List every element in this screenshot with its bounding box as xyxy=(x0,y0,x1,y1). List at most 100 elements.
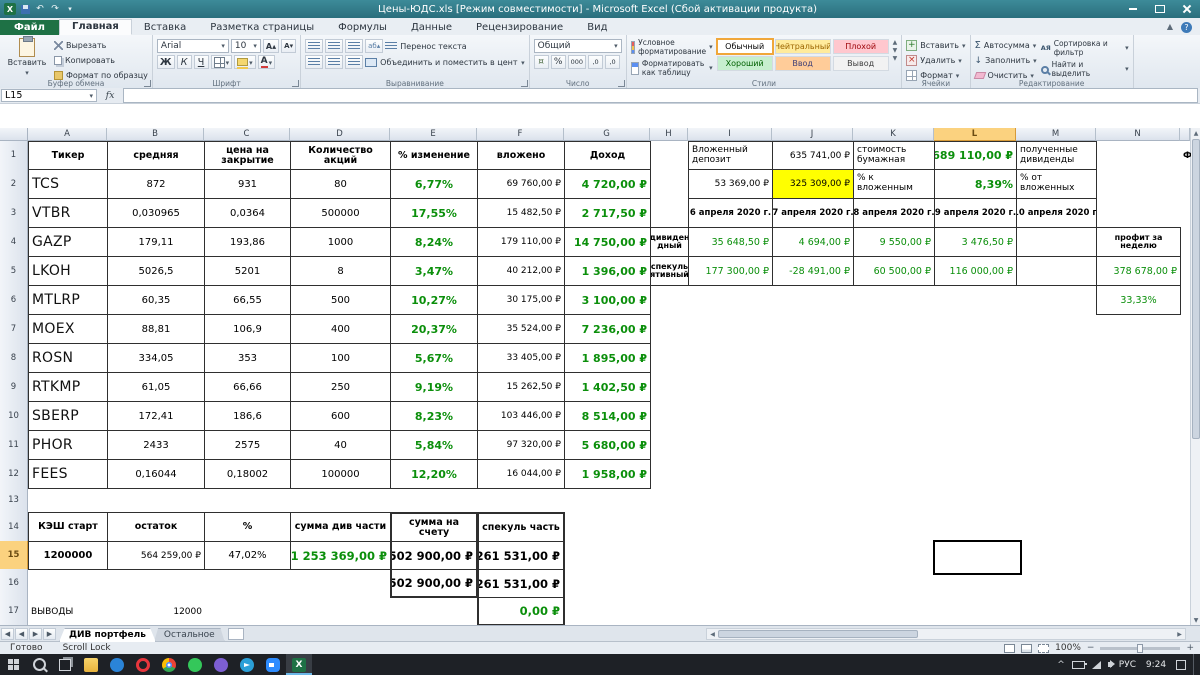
taskbar-item-whatsapp[interactable] xyxy=(182,654,208,675)
column-header-partial[interactable] xyxy=(1180,128,1190,141)
help-icon[interactable] xyxy=(1181,22,1192,33)
name-box[interactable]: L15 xyxy=(1,89,97,102)
cell-B17[interactable]: 12000 xyxy=(107,597,205,625)
clipboard-dialog-launcher[interactable] xyxy=(143,80,151,87)
cell-K5[interactable]: 60 500,00 ₽ xyxy=(853,256,935,286)
last-sheet-button[interactable]: ▶ xyxy=(43,628,56,640)
cell-style-chip-3[interactable]: Хороший xyxy=(716,56,773,71)
cell-J4[interactable]: 4 694,00 ₽ xyxy=(772,227,854,257)
font-size-select[interactable]: 10 xyxy=(230,39,261,53)
cell-C8[interactable]: 353 xyxy=(204,343,291,373)
cell-M5[interactable] xyxy=(1016,256,1097,286)
cell-B4[interactable]: 179,11 xyxy=(107,227,205,257)
cell-D10[interactable]: 600 xyxy=(290,401,391,431)
network-icon[interactable] xyxy=(1091,660,1101,669)
column-header-H[interactable]: H xyxy=(650,128,688,141)
cell-M2[interactable]: % от вложенных xyxy=(1016,169,1097,199)
start-button[interactable] xyxy=(0,654,26,675)
cell-E12[interactable]: 12,20% xyxy=(390,459,478,489)
row-header-2[interactable]: 2 xyxy=(0,169,28,199)
decrease-font-button[interactable] xyxy=(281,39,297,53)
cell-J3[interactable]: 7 апреля 2020 г. xyxy=(772,198,854,228)
select-all-corner[interactable] xyxy=(0,128,28,141)
cell-C7[interactable]: 106,9 xyxy=(204,314,291,344)
cell-C3[interactable]: 0,0364 xyxy=(204,198,291,228)
zoom-level[interactable]: 100% xyxy=(1055,643,1081,653)
page-layout-view-button[interactable] xyxy=(1021,643,1033,653)
cell-D11[interactable]: 40 xyxy=(290,430,391,460)
insert-sheet-button[interactable] xyxy=(227,628,244,640)
taskbar-item-chrome[interactable] xyxy=(156,654,182,675)
ribbon-tab-5[interactable]: Данные xyxy=(399,21,464,35)
cell-G2[interactable]: 4 720,00 ₽ xyxy=(564,169,651,199)
cell-D5[interactable]: 8 xyxy=(290,256,391,286)
cell-D1[interactable]: Количество акций xyxy=(290,141,391,170)
cell-F10[interactable]: 103 446,00 ₽ xyxy=(477,401,565,431)
show-desktop-button[interactable] xyxy=(1193,654,1198,675)
horizontal-scrollbar[interactable]: ◀ ▶ xyxy=(706,628,1186,640)
gallery-more-icon[interactable]: ▼ xyxy=(893,55,898,62)
taskbar-item-telegram[interactable] xyxy=(234,654,260,675)
cell-B6[interactable]: 60,35 xyxy=(107,285,205,315)
cell-L4[interactable]: 3 476,50 ₽ xyxy=(934,227,1017,257)
cell-B3[interactable]: 0,030965 xyxy=(107,198,205,228)
column-header-B[interactable]: B xyxy=(107,128,204,141)
cell-F1[interactable]: вложено xyxy=(477,141,565,170)
font-dialog-launcher[interactable] xyxy=(292,80,300,87)
horizontal-scroll-thumb[interactable] xyxy=(718,630,918,638)
formula-input[interactable] xyxy=(123,88,1198,103)
cell-L2[interactable]: 8,39% xyxy=(934,169,1017,199)
column-header-L[interactable]: L xyxy=(934,128,1016,141)
sort-filter-button[interactable]: Сортировка и фильтр xyxy=(1041,39,1129,58)
cell-A5[interactable]: LKOH xyxy=(28,256,108,286)
alignment-dialog-launcher[interactable] xyxy=(520,80,528,87)
cell-F17[interactable]: 0,00 ₽ xyxy=(477,597,565,625)
fill-color-button[interactable] xyxy=(234,55,256,69)
cell-B11[interactable]: 2433 xyxy=(107,430,205,460)
cell-F11[interactable]: 97 320,00 ₽ xyxy=(477,430,565,460)
row-header-1[interactable]: 1 xyxy=(0,141,28,170)
cell-M3[interactable]: 10 апреля 2020 г. xyxy=(1016,198,1097,228)
align-center-button[interactable] xyxy=(325,55,344,69)
scroll-left-icon[interactable]: ◀ xyxy=(707,629,718,639)
row-header-17[interactable]: 17 xyxy=(0,597,28,625)
cell-E15[interactable]: 1 502 900,00 ₽ xyxy=(390,541,478,570)
notification-center-icon[interactable] xyxy=(1176,659,1186,670)
cell-M1[interactable]: полученные дивиденды xyxy=(1016,141,1097,170)
zoom-slider[interactable] xyxy=(1100,643,1181,653)
close-button[interactable] xyxy=(1173,0,1200,18)
cell-A11[interactable]: PHOR xyxy=(28,430,108,460)
number-format-select[interactable]: Общий xyxy=(533,39,622,53)
cell-style-chip-4[interactable]: Ввод xyxy=(774,56,831,71)
cell-I1[interactable]: Вложенный депозит xyxy=(688,141,773,170)
cell-C6[interactable]: 66,55 xyxy=(204,285,291,315)
underline-button[interactable]: Ч xyxy=(193,55,209,69)
row-header-12[interactable]: 12 xyxy=(0,459,28,489)
cell-K4[interactable]: 9 550,00 ₽ xyxy=(853,227,935,257)
cut-button[interactable]: Вырезать xyxy=(54,39,148,52)
align-bottom-button[interactable] xyxy=(345,39,364,53)
cell-C14[interactable]: % xyxy=(204,512,291,542)
minimize-button[interactable] xyxy=(1119,0,1146,18)
cell-G9[interactable]: 1 402,50 ₽ xyxy=(564,372,651,402)
zoom-out-button[interactable]: − xyxy=(1087,643,1095,653)
cell-A12[interactable]: FEES xyxy=(28,459,108,489)
currency-format-button[interactable] xyxy=(533,55,549,69)
taskbar-item-excel[interactable] xyxy=(286,654,312,675)
cell-I2[interactable]: 53 369,00 ₽ xyxy=(688,169,773,199)
taskbar-item-zoom[interactable] xyxy=(260,654,286,675)
fill-button[interactable]: Заполнить xyxy=(975,54,1037,67)
cell-A8[interactable]: ROSN xyxy=(28,343,108,373)
column-header-J[interactable]: J xyxy=(772,128,853,141)
cell-E3[interactable]: 17,55% xyxy=(390,198,478,228)
cell-B14[interactable]: остаток xyxy=(107,512,205,542)
column-header-A[interactable]: A xyxy=(28,128,107,141)
cell-F2[interactable]: 69 760,00 ₽ xyxy=(477,169,565,199)
cell-F15[interactable]: 261 531,00 ₽ xyxy=(477,541,565,570)
cell-style-chip-2[interactable]: Плохой xyxy=(832,39,889,54)
cell-F8[interactable]: 33 405,00 ₽ xyxy=(477,343,565,373)
cell-E5[interactable]: 3,47% xyxy=(390,256,478,286)
taskbar-item-explorer[interactable] xyxy=(78,654,104,675)
cell-C2[interactable]: 931 xyxy=(204,169,291,199)
cell-A7[interactable]: MOEX xyxy=(28,314,108,344)
